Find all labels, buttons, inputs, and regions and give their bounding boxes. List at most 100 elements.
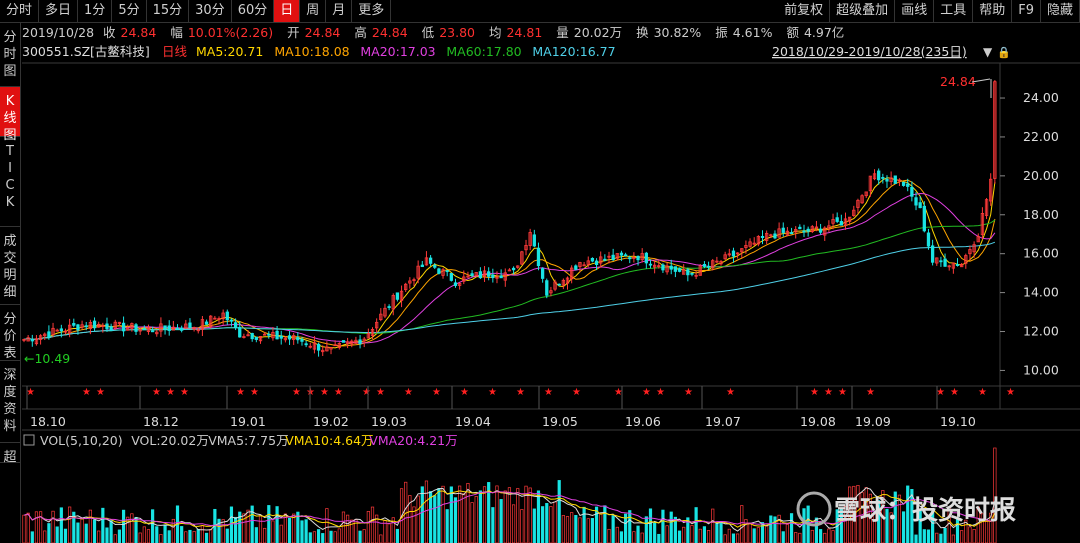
tab-period-2[interactable]: 1分 <box>78 0 113 22</box>
candle-body <box>428 257 433 264</box>
event-star-6[interactable]: ★ <box>236 387 245 398</box>
candle-body <box>180 327 184 331</box>
candle-body <box>92 320 97 329</box>
event-star-29[interactable]: ★ <box>866 387 875 398</box>
tab-period-4[interactable]: 15分 <box>147 0 190 22</box>
tab-period-8[interactable]: 周 <box>300 0 327 22</box>
event-star-13[interactable]: ★ <box>376 387 385 398</box>
sidebar-tab-4[interactable]: 分价表 <box>0 305 20 361</box>
event-star-1[interactable]: ★ <box>82 387 91 398</box>
volume-bar <box>159 534 163 543</box>
y-tick-3: 18.00 <box>1023 207 1059 222</box>
tab-period-7[interactable]: 日 <box>274 0 301 22</box>
candle-body <box>835 217 839 222</box>
x-tick-6: 19.05 <box>542 414 578 429</box>
toolbar-button-5[interactable]: F9 <box>1012 0 1041 22</box>
event-star-32[interactable]: ★ <box>978 387 987 398</box>
event-star-5[interactable]: ★ <box>180 387 189 398</box>
kline-chart[interactable]: 300551.SZ [古鳌科技] 日线 MA5:20.71 MA10:18.08 M… <box>22 43 1080 543</box>
event-star-12[interactable]: ★ <box>362 387 371 398</box>
volume-checkbox[interactable] <box>23 434 35 446</box>
toolbar-button-1[interactable]: 超级叠加 <box>830 0 896 22</box>
volume-bar <box>607 528 611 543</box>
sidebar-tab-1[interactable]: K线图 <box>0 87 20 143</box>
candle-body <box>188 322 192 329</box>
event-star-33[interactable]: ★ <box>1006 387 1015 398</box>
toolbar-button-3[interactable]: 工具 <box>934 0 974 22</box>
candle-body <box>250 333 254 340</box>
candle-body <box>204 321 209 325</box>
event-star-27[interactable]: ★ <box>824 387 833 398</box>
candle-body <box>926 232 931 247</box>
lock-icon[interactable]: 🔒 <box>997 46 1011 59</box>
volume-bar <box>935 532 939 543</box>
event-star-4[interactable]: ★ <box>166 387 175 398</box>
event-star-14[interactable]: ★ <box>404 387 413 398</box>
sidebar-tab-0[interactable]: 分时图 <box>0 23 20 87</box>
event-star-8[interactable]: ★ <box>292 387 301 398</box>
tab-period-6[interactable]: 60分 <box>232 0 275 22</box>
event-star-15[interactable]: ★ <box>432 387 441 398</box>
volume-bar <box>437 488 441 543</box>
sidebar-tab-6[interactable]: 超 <box>0 443 20 465</box>
event-star-26[interactable]: ★ <box>810 387 819 398</box>
volume-bar <box>972 529 976 543</box>
toolbar-button-6[interactable]: 隐藏 <box>1041 0 1080 22</box>
y-tick-1: 22.00 <box>1023 129 1059 144</box>
tab-period-9[interactable]: 月 <box>326 0 353 22</box>
ma-legend-1: MA10:18.08 <box>274 44 349 59</box>
candle-body <box>445 270 449 273</box>
event-star-18[interactable]: ★ <box>516 387 525 398</box>
tab-period-3[interactable]: 5分 <box>112 0 147 22</box>
volume-bar <box>615 526 619 543</box>
volume-bar <box>146 529 151 543</box>
volume-bar <box>416 495 420 543</box>
event-star-10[interactable]: ★ <box>320 387 329 398</box>
tab-period-5[interactable]: 30分 <box>189 0 232 22</box>
volume-bar <box>254 527 258 543</box>
candle-body <box>167 325 171 331</box>
low-marker-label: ←10.49 <box>24 351 70 366</box>
event-star-2[interactable]: ★ <box>96 387 105 398</box>
toolbar-button-4[interactable]: 帮助 <box>973 0 1013 22</box>
date-range-link[interactable]: 2018/10/29-2019/10/28(235日) <box>772 44 967 59</box>
toolbar-button-2[interactable]: 画线 <box>895 0 935 22</box>
sidebar-tab-2[interactable]: TICK <box>0 137 20 227</box>
volume-bar <box>648 508 653 543</box>
volume-bar <box>395 528 399 543</box>
volume-bar <box>661 509 665 543</box>
event-markers: ★★★★★★★★★★★★★★★★★★★★★★★★★★★★★★★★★★ <box>26 387 1015 398</box>
event-star-7[interactable]: ★ <box>250 387 259 398</box>
event-star-28[interactable]: ★ <box>838 387 847 398</box>
tab-period-10[interactable]: 更多 <box>352 0 392 22</box>
event-star-31[interactable]: ★ <box>950 387 959 398</box>
volume-bar <box>59 507 63 543</box>
toolbar-button-0[interactable]: 前复权 <box>778 0 831 22</box>
event-star-23[interactable]: ★ <box>656 387 665 398</box>
tab-period-0[interactable]: 分时 <box>0 0 40 22</box>
event-star-20[interactable]: ★ <box>572 387 581 398</box>
volume-bar <box>30 531 34 543</box>
sidebar-tab-5[interactable]: 深度资料 <box>0 361 20 443</box>
volume-bar <box>731 533 736 543</box>
event-star-16[interactable]: ★ <box>460 387 469 398</box>
volume-bar <box>188 529 192 543</box>
volume-bar <box>557 480 561 543</box>
candle-body <box>702 263 707 267</box>
range-dropdown-icon[interactable]: ▼ <box>983 45 993 59</box>
event-star-17[interactable]: ★ <box>488 387 497 398</box>
event-star-25[interactable]: ★ <box>726 387 735 398</box>
candle-body <box>922 205 926 232</box>
candle-body <box>478 271 483 279</box>
sidebar-tab-3[interactable]: 成交明细 <box>0 227 20 305</box>
candle-body <box>491 274 495 279</box>
volume-bar <box>545 503 549 543</box>
event-star-19[interactable]: ★ <box>544 387 553 398</box>
event-star-3[interactable]: ★ <box>152 387 161 398</box>
event-star-22[interactable]: ★ <box>642 387 651 398</box>
tab-period-1[interactable]: 多日 <box>39 0 79 22</box>
event-star-24[interactable]: ★ <box>684 387 693 398</box>
candle-body <box>760 235 765 238</box>
event-star-11[interactable]: ★ <box>334 387 343 398</box>
candle-body <box>142 328 146 331</box>
